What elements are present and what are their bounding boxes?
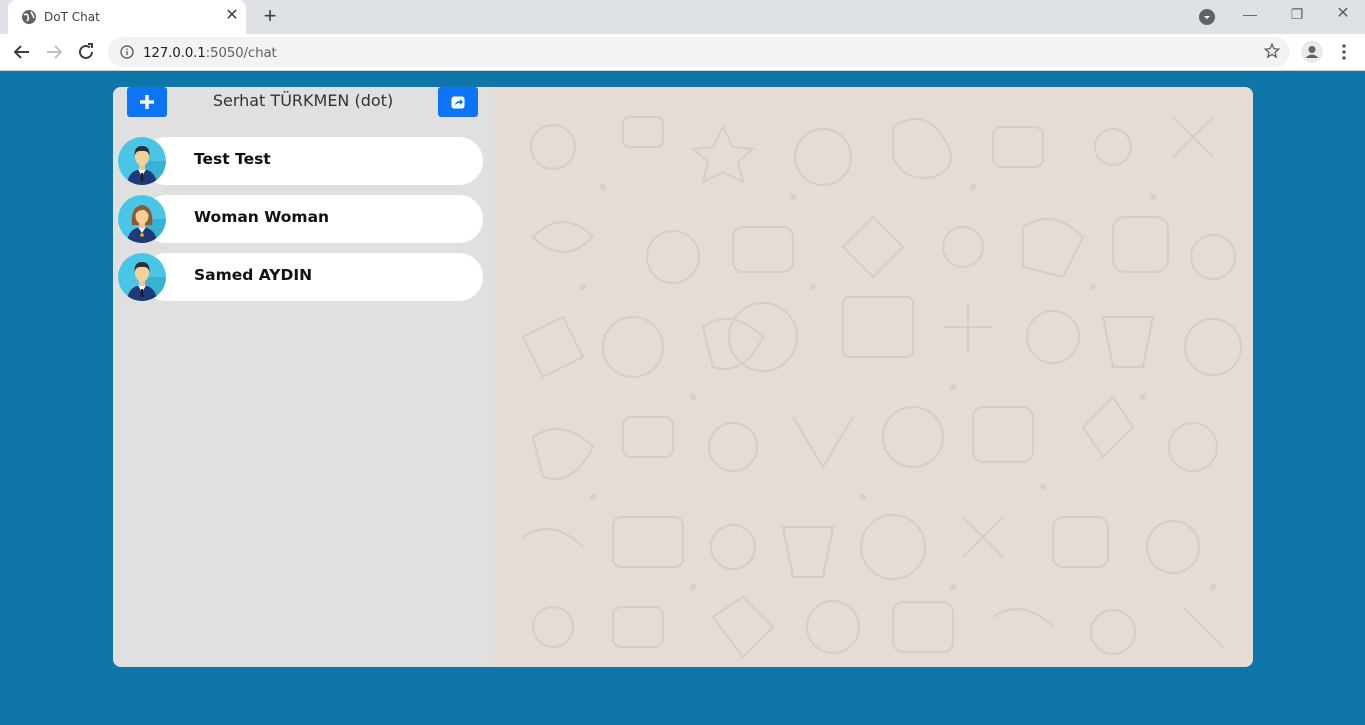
add-contact-button[interactable] <box>127 87 167 117</box>
contact-item[interactable]: Samed AYDIN <box>118 253 483 301</box>
female-avatar-icon <box>118 195 166 243</box>
forward-icon[interactable] <box>42 40 66 64</box>
new-tab-icon[interactable]: + <box>259 5 281 28</box>
contact-name: Test Test <box>194 150 271 168</box>
account-icon[interactable] <box>1300 40 1324 64</box>
reload-icon[interactable] <box>74 40 98 64</box>
contact-name: Woman Woman <box>194 208 330 226</box>
chat-background <box>493 87 1253 667</box>
back-icon[interactable] <box>10 40 34 64</box>
globe-icon <box>22 10 36 24</box>
current-user-name: Serhat TÜRKMEN (dot) <box>212 91 394 110</box>
male-avatar-icon <box>118 253 166 301</box>
close-window-icon[interactable]: ✕ <box>1333 4 1353 24</box>
doodle-pattern <box>521 115 1243 659</box>
chat-app: Serhat TÜRKMEN (dot) Test Test Woman Wom… <box>113 87 1253 667</box>
contact-item[interactable]: Test Test <box>118 137 483 185</box>
browser-tab[interactable]: DoT Chat ✕ <box>8 0 246 34</box>
contact-name: Samed AYDIN <box>194 266 313 284</box>
contacts-sidebar: Serhat TÜRKMEN (dot) Test Test Woman Wom… <box>113 87 493 667</box>
more-menu-icon[interactable] <box>1335 40 1353 64</box>
browser-toolbar: 127.0.0.1:5050/chat <box>0 34 1365 71</box>
address-bar[interactable]: 127.0.0.1:5050/chat <box>108 37 1290 67</box>
tab-title: DoT Chat <box>44 10 100 24</box>
url-host: 127.0.0.1 <box>143 45 206 61</box>
url-text: 127.0.0.1:5050/chat <box>143 45 277 61</box>
logout-button[interactable] <box>438 87 478 117</box>
close-tab-icon[interactable]: ✕ <box>224 8 240 24</box>
tab-search-icon[interactable] <box>1199 9 1215 25</box>
plus-icon <box>140 95 154 109</box>
share-arrow-icon <box>451 96 465 109</box>
bookmark-star-icon[interactable] <box>1263 42 1281 60</box>
url-path: :5050/chat <box>205 45 277 61</box>
contact-item[interactable]: Woman Woman <box>118 195 483 243</box>
browser-tabbar: DoT Chat ✕ + — ❐ ✕ <box>0 0 1365 34</box>
site-info-icon[interactable] <box>120 45 134 59</box>
male-avatar-icon <box>118 137 166 185</box>
restore-icon[interactable]: ❐ <box>1287 4 1307 24</box>
minimize-icon[interactable]: — <box>1240 4 1260 24</box>
